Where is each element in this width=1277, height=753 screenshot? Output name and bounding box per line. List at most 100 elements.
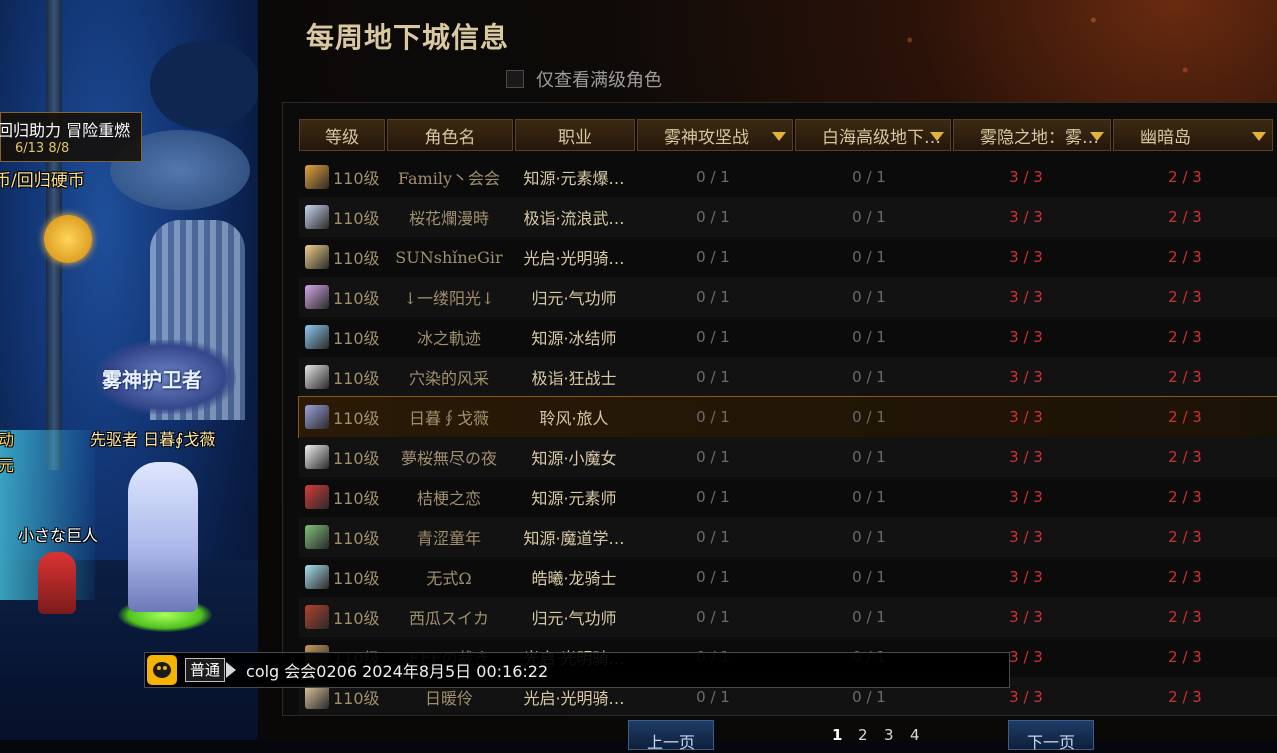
dungeon-4-count: 2 / 3 <box>1168 368 1202 386</box>
panel-title: 每周地下城信息 <box>306 21 510 54</box>
dungeon-2-count: 0 / 1 <box>852 528 886 546</box>
dungeon-4-count: 2 / 3 <box>1168 608 1202 626</box>
page-number[interactable]: 2 <box>858 726 868 744</box>
page-number[interactable]: 1 <box>832 726 842 744</box>
dungeon-3-count: 3 / 3 <box>1009 408 1043 426</box>
max-level-filter[interactable]: 仅查看满级角色 <box>506 66 662 92</box>
table-row[interactable]: 110级 冰之軌迹 知源·冰结师 0 / 1 0 / 1 3 / 3 2 / 3 <box>299 317 1277 357</box>
character-table: 等级 角色名 职业 雾神攻坚战 白海高级地下… 雾隐之地：雾… 幽暗岛 110级 Family… <box>282 102 1277 716</box>
event-title: 回归助力 冒险重燃 <box>0 121 131 140</box>
chat-bar: 普通 colg 会会0206 2024年8月5日 00:16:22 <box>144 652 1010 688</box>
dungeon-1-count: 0 / 1 <box>696 488 730 506</box>
dungeon-2-count: 0 / 1 <box>852 208 886 226</box>
dungeon-2-count: 0 / 1 <box>852 368 886 386</box>
dungeon-2-count: 0 / 1 <box>852 448 886 466</box>
dungeon-4-count: 2 / 3 <box>1168 288 1202 306</box>
guild-emblem: 雾神护卫者 <box>96 340 236 414</box>
character-class: 知源·元素爆… <box>523 169 625 188</box>
event-coin-icon[interactable] <box>44 215 92 263</box>
page-number[interactable]: 3 <box>884 726 894 744</box>
table-body: 110级 Family丶会会 知源·元素爆… 0 / 1 0 / 1 3 / 3 2 / 3… <box>298 157 1277 715</box>
column-header[interactable]: 雾神攻坚战 <box>637 119 793 151</box>
next-page-button[interactable]: 下一页 <box>1008 720 1094 752</box>
side-text-1: 动 <box>0 430 15 449</box>
character-class: 归元·气功师 <box>531 289 617 308</box>
character-name: 冰之軌迹 <box>416 329 481 348</box>
dropdown-caret-icon[interactable] <box>930 132 944 141</box>
chat-message: colg 会会0206 2024年8月5日 00:16:22 <box>246 662 549 681</box>
dungeon-4-count: 2 / 3 <box>1168 568 1202 586</box>
character-avatar-icon <box>305 445 329 469</box>
dungeon-4-count: 2 / 3 <box>1168 688 1202 706</box>
table-row[interactable]: 110级 ↓一缕阳光↓ 归元·气功师 0 / 1 0 / 1 3 / 3 2 / 3 <box>299 277 1277 317</box>
table-row[interactable]: 110级 SUNshǐneGir 光启·光明骑… 0 / 1 0 / 1 3 / 3 2 /… <box>299 237 1277 277</box>
character-avatar-icon <box>305 485 329 509</box>
dropdown-caret-icon[interactable] <box>1090 132 1104 141</box>
chat-emoji-icon[interactable] <box>147 655 177 685</box>
level-cell: 110级 <box>299 277 385 317</box>
character-class: 光启·光明骑… <box>523 249 625 268</box>
dungeon-4-count: 2 / 3 <box>1168 448 1202 466</box>
dungeon-1-count: 0 / 1 <box>696 328 730 346</box>
column-header[interactable]: 白海高级地下… <box>795 119 951 151</box>
character-avatar-icon <box>305 565 329 589</box>
column-header: 职业 <box>515 119 635 151</box>
level-cell: 110级 <box>299 157 385 197</box>
character-name: Family丶会会 <box>397 169 500 188</box>
dungeon-1-count: 0 / 1 <box>696 528 730 546</box>
table-row[interactable]: 110级 Family丶会会 知源·元素爆… 0 / 1 0 / 1 3 / 3 2 / 3 <box>299 157 1277 197</box>
table-row[interactable]: 110级 穴染的风采 极诣·狂战士 0 / 1 0 / 1 3 / 3 2 / 3 <box>299 357 1277 397</box>
dungeon-4-count: 2 / 3 <box>1168 488 1202 506</box>
player-character[interactable] <box>128 462 198 612</box>
chat-channel-label: 普通 <box>185 658 226 682</box>
max-level-checkbox-label[interactable]: 仅查看满级角色 <box>536 66 662 92</box>
character-avatar-icon <box>305 525 329 549</box>
table-row[interactable]: 110级 日暮∮戈薇 聆风·旅人 0 / 1 0 / 1 3 / 3 2 / 3 <box>298 396 1277 438</box>
character-name: 桜花爛漫時 <box>408 209 489 228</box>
column-header-label: 幽暗岛 <box>1140 127 1191 148</box>
dungeon-4-count: 2 / 3 <box>1168 408 1202 426</box>
level-text: 110级 <box>333 249 380 268</box>
character-class: 归元·气功师 <box>531 609 617 628</box>
page-number[interactable]: 4 <box>910 726 920 744</box>
dungeon-3-count: 3 / 3 <box>1009 208 1043 226</box>
npc-character[interactable] <box>38 552 76 614</box>
dungeon-2-count: 0 / 1 <box>852 488 886 506</box>
level-text: 110级 <box>333 329 380 348</box>
chat-channel-selector[interactable]: 普通 <box>185 657 237 683</box>
dungeon-1-count: 0 / 1 <box>696 288 730 306</box>
prev-page-button[interactable]: 上一页 <box>628 720 714 752</box>
player-nameplate[interactable]: 先驱者 日暮∮戈薇 <box>90 426 215 450</box>
character-name: 日暮∮戈薇 <box>408 409 489 428</box>
level-cell: 110级 <box>299 597 385 637</box>
dungeon-1-count: 0 / 1 <box>696 568 730 586</box>
npc-nameplate[interactable]: 小さな巨人 <box>18 522 98 546</box>
level-text: 110级 <box>333 449 380 468</box>
character-avatar-icon <box>305 405 329 429</box>
event-subtitle: 币/回归硬币 <box>0 171 85 191</box>
dungeon-1-count: 0 / 1 <box>696 208 730 226</box>
table-row[interactable]: 110级 夢桜無尽の夜 知源·小魔女 0 / 1 0 / 1 3 / 3 2 / 3 <box>299 437 1277 477</box>
dungeon-3-count: 3 / 3 <box>1009 368 1043 386</box>
dungeon-4-count: 2 / 3 <box>1168 248 1202 266</box>
table-row[interactable]: 110级 桔梗之恋 知源·元素师 0 / 1 0 / 1 3 / 3 2 / 3 <box>299 477 1277 517</box>
character-avatar-icon <box>305 605 329 629</box>
level-cell: 110级 <box>299 357 385 397</box>
max-level-checkbox[interactable] <box>506 70 524 88</box>
level-text: 110级 <box>333 569 380 588</box>
dropdown-caret-icon[interactable] <box>1252 132 1266 141</box>
level-text: 110级 <box>333 609 380 628</box>
dungeon-1-count: 0 / 1 <box>696 368 730 386</box>
dungeon-2-count: 0 / 1 <box>852 248 886 266</box>
column-header[interactable]: 雾隐之地：雾… <box>953 119 1111 151</box>
table-row[interactable]: 110级 西瓜スイカ 归元·气功师 0 / 1 0 / 1 3 / 3 2 / 3 <box>299 597 1277 637</box>
level-text: 110级 <box>333 289 380 308</box>
table-row[interactable]: 110级 青涩童年 知源·魔道学… 0 / 1 0 / 1 3 / 3 2 / 3 <box>299 517 1277 557</box>
dropdown-caret-icon[interactable] <box>772 132 786 141</box>
character-class: 极诣·狂战士 <box>531 369 617 388</box>
event-banner[interactable]: 回归助力 冒险重燃 6/13 8/8 <box>0 112 142 162</box>
scene-rock <box>150 40 258 130</box>
table-row[interactable]: 110级 无式Ω 皓曦·龙骑士 0 / 1 0 / 1 3 / 3 2 / 3 <box>299 557 1277 597</box>
table-row[interactable]: 110级 桜花爛漫時 极诣·流浪武… 0 / 1 0 / 1 3 / 3 2 / 3 <box>299 197 1277 237</box>
column-header[interactable]: 幽暗岛 <box>1113 119 1273 151</box>
